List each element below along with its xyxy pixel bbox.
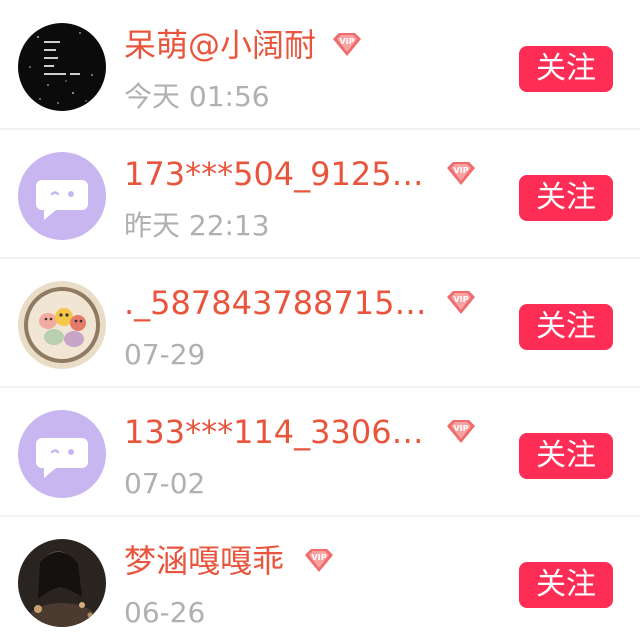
avatar[interactable] xyxy=(18,152,106,240)
list-item[interactable]: 梦涵嘎嘎乖 VIP 06-26 关注 xyxy=(0,518,640,642)
follow-button[interactable]: 关注 xyxy=(519,46,613,92)
follow-button[interactable]: 关注 xyxy=(519,433,613,479)
follow-list: 呆萌@小阔耐 VIP 今天 01:56 关注 173***504_9125… V… xyxy=(0,0,640,642)
svg-text:VIP: VIP xyxy=(339,37,354,46)
follow-button[interactable]: 关注 xyxy=(519,562,613,608)
timestamp: 昨天 22:13 xyxy=(124,209,270,242)
user-name[interactable]: ._587843788715… xyxy=(124,281,426,325)
list-item[interactable]: ._587843788715… VIP 07-29 关注 xyxy=(0,260,640,388)
vip-badge-icon: VIP xyxy=(442,159,480,187)
avatar[interactable] xyxy=(18,410,106,498)
timestamp: 今天 01:56 xyxy=(124,80,270,113)
list-item[interactable]: 173***504_9125… VIP 昨天 22:13 关注 xyxy=(0,131,640,259)
list-item[interactable]: 133***114_3306… VIP 07-02 关注 xyxy=(0,389,640,517)
timestamp: 07-29 xyxy=(124,338,206,371)
divider xyxy=(0,257,640,259)
svg-text:VIP: VIP xyxy=(453,166,468,175)
follow-button[interactable]: 关注 xyxy=(519,304,613,350)
svg-text:VIP: VIP xyxy=(311,553,326,562)
follow-button[interactable]: 关注 xyxy=(519,175,613,221)
user-name[interactable]: 呆萌@小阔耐 xyxy=(124,23,316,67)
divider xyxy=(0,515,640,517)
svg-text:VIP: VIP xyxy=(453,424,468,433)
timestamp: 07-02 xyxy=(124,467,206,500)
vip-badge-icon: VIP xyxy=(300,546,338,574)
divider xyxy=(0,128,640,130)
user-name[interactable]: 133***114_3306… xyxy=(124,410,424,454)
user-name[interactable]: 173***504_9125… xyxy=(124,152,424,196)
divider xyxy=(0,386,640,388)
list-item[interactable]: 呆萌@小阔耐 VIP 今天 01:56 关注 xyxy=(0,2,640,130)
svg-text:VIP: VIP xyxy=(453,295,468,304)
timestamp: 06-26 xyxy=(124,596,206,629)
avatar[interactable] xyxy=(18,281,106,369)
vip-badge-icon: VIP xyxy=(442,417,480,445)
user-name[interactable]: 梦涵嘎嘎乖 xyxy=(124,539,284,583)
avatar[interactable] xyxy=(18,539,106,627)
vip-badge-icon: VIP xyxy=(328,30,366,58)
vip-badge-icon: VIP xyxy=(442,288,480,316)
avatar[interactable] xyxy=(18,23,106,111)
